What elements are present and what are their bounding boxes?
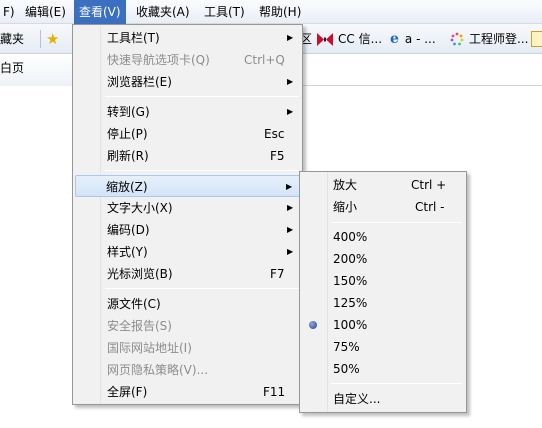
menu-item-label: 光标浏览(B) — [107, 267, 173, 281]
add-favorite-button[interactable]: ★ — [46, 24, 59, 54]
menu-item-label: 150% — [333, 274, 368, 288]
page-icon-partial[interactable] — [531, 24, 542, 54]
menu-item-label: 样式(Y) — [107, 245, 148, 259]
menu-item-encoding[interactable]: 编码(D) ▶ — [75, 219, 300, 241]
menu-item-label: 国际网站地址(I) — [107, 341, 192, 355]
bowtie-icon — [317, 32, 333, 46]
submenu-arrow-icon: ▶ — [287, 33, 294, 42]
menu-item-international-address: 国际网站地址(I) — [75, 337, 300, 359]
menu-item-label: 文字大小(X) — [107, 201, 173, 215]
menu-item-shortcut: F7 — [270, 267, 285, 281]
menu-separator — [331, 383, 462, 384]
menu-separator — [105, 170, 299, 171]
menu-item-label: 缩放(Z) — [106, 180, 148, 194]
menu-item-label: 浏览器栏(E) — [107, 75, 172, 89]
menu-item-label: 200% — [333, 252, 368, 266]
star-icon: ★ — [46, 30, 60, 48]
zoom-level-item[interactable]: 400% — [302, 226, 464, 248]
favorite-item[interactable]: e a - ... — [390, 24, 436, 54]
menu-item-label: 100% — [333, 318, 368, 332]
menu-item-label: 75% — [333, 340, 360, 354]
favorites-button[interactable]: 藏夹 — [0, 24, 24, 54]
favorite-item[interactable]: 工程师登... — [450, 24, 528, 54]
menu-item-toolbars[interactable]: 工具栏(T) ▶ — [75, 27, 300, 49]
menu-item-caret-browsing[interactable]: 光标浏览(B) F7 — [75, 263, 300, 285]
menu-file[interactable]: F) — [0, 0, 20, 24]
menu-item-zoom[interactable]: 缩放(Z) ▶ — [75, 175, 300, 197]
menu-item-shortcut: Esc — [264, 127, 285, 141]
submenu-arrow-icon: ▶ — [287, 225, 294, 234]
radio-selected-icon — [309, 321, 317, 329]
menu-item-label: 网页隐私策略(V)... — [107, 363, 209, 377]
zoom-level-item[interactable]: 50% — [302, 358, 464, 380]
menu-item-label: 工具栏(T) — [107, 31, 160, 45]
favorite-label: CC 信... — [338, 32, 383, 46]
submenu-arrow-icon: ▶ — [287, 77, 294, 86]
menu-item-label: 源文件(C) — [107, 297, 161, 311]
favorite-label: a - ... — [404, 32, 436, 46]
zoom-out-item[interactable]: 缩小 Ctrl - — [302, 196, 464, 218]
menu-item-shortcut: Ctrl + — [411, 178, 447, 192]
favorite-label: 工程师登... — [469, 32, 529, 46]
zoom-level-item-selected[interactable]: 100% — [302, 314, 464, 336]
menu-tools[interactable]: 工具(T) — [199, 0, 250, 24]
menu-item-label: 刷新(R) — [107, 149, 149, 163]
zoom-level-item[interactable]: 125% — [302, 292, 464, 314]
menu-item-label: 50% — [333, 362, 360, 376]
submenu-arrow-icon: ▶ — [287, 203, 294, 212]
menu-item-refresh[interactable]: 刷新(R) F5 — [75, 145, 300, 167]
menu-item-label: 放大 — [333, 178, 358, 192]
menu-help[interactable]: 帮助(H) — [254, 0, 306, 24]
menu-item-full-screen[interactable]: 全屏(F) F11 — [75, 381, 300, 403]
menu-separator — [105, 288, 299, 289]
spinner-icon — [450, 32, 464, 46]
menu-item-source[interactable]: 源文件(C) — [75, 293, 300, 315]
submenu-arrow-icon: ▶ — [287, 247, 294, 256]
zoom-custom-item[interactable]: 自定义... — [302, 388, 464, 410]
favbar-divider — [40, 30, 41, 48]
menu-item-label: 全屏(F) — [107, 385, 148, 399]
menu-edit[interactable]: 编辑(E) — [20, 0, 71, 24]
menu-view[interactable]: 查看(V) — [74, 0, 126, 24]
zoom-in-item[interactable]: 放大 Ctrl + — [302, 174, 464, 196]
zoom-level-item[interactable]: 75% — [302, 336, 464, 358]
menu-item-label: 125% — [333, 296, 368, 310]
zoom-level-item[interactable]: 150% — [302, 270, 464, 292]
favorite-item[interactable]: CC 信... — [317, 24, 382, 54]
menu-item-stop[interactable]: 停止(P) Esc — [75, 123, 300, 145]
menu-item-text-size[interactable]: 文字大小(X) ▶ — [75, 197, 300, 219]
zoom-level-item[interactable]: 200% — [302, 248, 464, 270]
ie-icon: e — [390, 31, 399, 47]
menu-item-label: 400% — [333, 230, 368, 244]
menu-favorites[interactable]: 收藏夹(A) — [131, 0, 195, 24]
menu-item-privacy-policy: 网页隐私策略(V)... — [75, 359, 300, 381]
menu-item-label: 自定义... — [333, 392, 381, 406]
menu-separator — [105, 96, 299, 97]
zoom-submenu: 放大 Ctrl + 缩小 Ctrl - 400% 200% 150% 125% … — [299, 171, 467, 413]
menu-separator — [331, 222, 462, 223]
menu-item-label: 快速导航选项卡(Q) — [107, 53, 210, 67]
menu-bar: F) 编辑(E) 查看(V) 收藏夹(A) 工具(T) 帮助(H) — [0, 0, 542, 24]
menu-item-label: 编码(D) — [107, 223, 150, 237]
menu-item-style[interactable]: 样式(Y) ▶ — [75, 241, 300, 263]
menu-item-shortcut: F11 — [263, 385, 286, 399]
view-menu: 工具栏(T) ▶ 快速导航选项卡(Q) Ctrl+Q 浏览器栏(E) ▶ 转到(… — [72, 24, 303, 405]
tab-label: 空白页 — [0, 61, 25, 75]
menu-item-shortcut: F5 — [270, 149, 285, 163]
submenu-arrow-icon: ▶ — [286, 182, 293, 191]
page-icon — [531, 31, 542, 47]
menu-item-go-to[interactable]: 转到(G) ▶ — [75, 101, 300, 123]
menu-item-quick-tabs: 快速导航选项卡(Q) Ctrl+Q — [75, 49, 300, 71]
menu-item-label: 转到(G) — [107, 105, 150, 119]
submenu-arrow-icon: ▶ — [287, 107, 294, 116]
menu-item-security-report: 安全报告(S) — [75, 315, 300, 337]
menu-item-label: 安全报告(S) — [107, 319, 172, 333]
menu-item-shortcut: Ctrl+Q — [244, 53, 285, 67]
menu-item-shortcut: Ctrl - — [415, 200, 445, 214]
menu-item-explorer-bars[interactable]: 浏览器栏(E) ▶ — [75, 71, 300, 93]
menu-item-label: 缩小 — [333, 200, 358, 214]
menu-item-label: 停止(P) — [107, 127, 148, 141]
